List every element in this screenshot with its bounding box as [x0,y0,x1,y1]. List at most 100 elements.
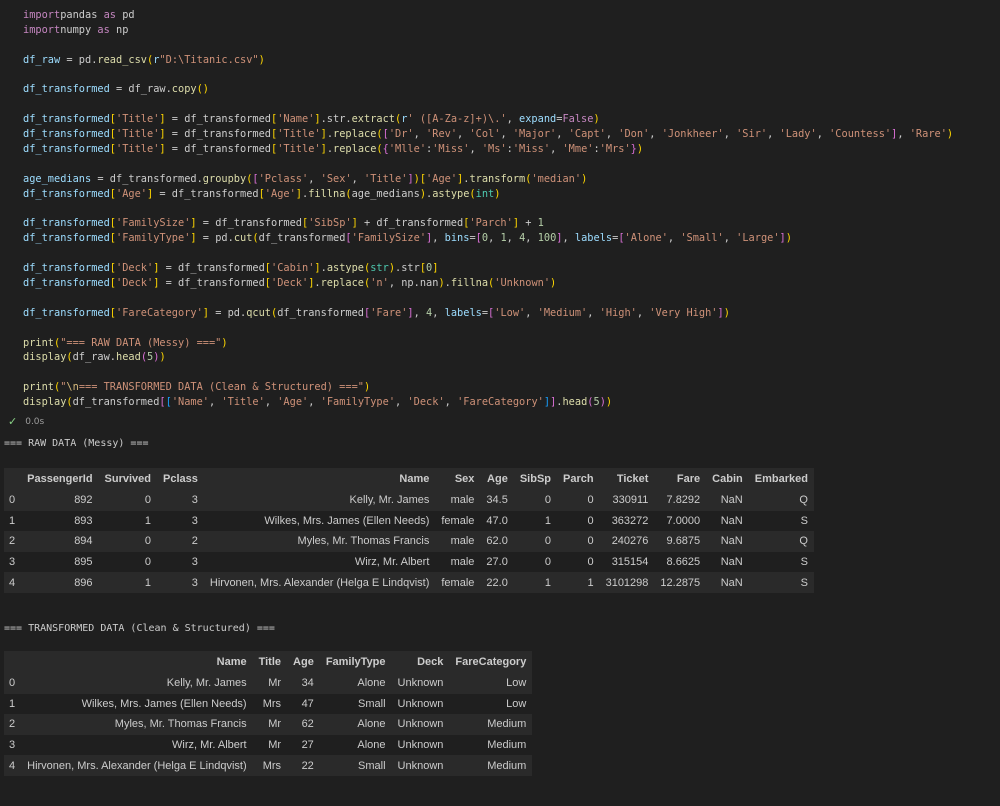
code-line: df_transformed['Deck'] = df_transformed[… [23,261,953,276]
column-header: Pclass [157,468,204,490]
transformed-data-heading: === TRANSFORMED DATA (Clean & Structured… [4,623,275,634]
code-token: , [525,232,538,245]
row-index: 3 [4,551,22,573]
code-token: replace [320,277,365,290]
code-token: display [23,351,67,364]
code-line: display(df_raw.head(5)) [23,350,953,365]
table-cell: Wilkes, Mrs. James (Ellen Needs) [203,510,436,532]
code-token: as [103,9,117,21]
column-header: Survived [98,468,158,490]
table-cell: Q [748,531,814,552]
code-token: ) [581,172,588,185]
code-token: 'Jonkheer' [661,128,724,141]
table-cell: 0 [98,490,158,511]
code-token: df_transformed [277,306,365,319]
code-token: 'FareCategory' [116,306,203,319]
column-header: Embarked [748,468,814,490]
code-token: df_raw [23,53,61,66]
column-header: Age [480,468,514,490]
table-cell: NaN [706,572,749,593]
code-line: print("\n=== TRANSFORMED DATA (Clean & S… [23,380,953,395]
table-cell: male [435,490,481,511]
code-line: importnumpy as np [23,23,953,38]
table-cell: 0 [557,510,600,532]
code-token: 'Title' [277,128,321,141]
code-token: 'Medium' [537,306,588,319]
table-cell: 1 [98,572,158,593]
table-cell: 3 [157,551,204,573]
table-cell: 22.0 [480,572,514,593]
table-cell: 62 [287,714,320,735]
code-token: ) [946,128,954,141]
code-token: read_csv [97,53,148,66]
code-token: , [723,128,737,141]
column-header: FareCategory [449,651,533,673]
code-token: = df_transformed [159,277,265,290]
code-token: df_transformed [23,262,110,275]
code-token: + [519,217,538,230]
code-token: , [413,128,427,141]
code-token: 'Col' [469,128,501,141]
code-token: transform [469,172,526,185]
table-cell: 896 [21,572,99,593]
code-token: 'Age' [116,187,147,200]
table-cell: Wirz, Mr. Albert [21,734,253,756]
column-header: Sex [435,468,481,490]
code-token: pd [116,9,135,21]
code-token: , [308,172,321,185]
code-token: = df_transformed [153,187,259,200]
code-line: importpandas as pd [23,8,953,23]
code-token: ) [593,113,600,126]
column-header: Ticket [599,468,655,490]
code-token: , [395,396,408,409]
table-row: 0 892 0 3 Kelly, Mr. James male 34.5 0 0 330911 7.… [4,490,814,511]
table-cell: 9.6875 [654,531,707,552]
code-editor[interactable]: importpandas as pd importnumpy as np df_r… [23,8,953,410]
table-cell: 893 [21,510,99,532]
code-token: , [897,128,910,141]
table-cell: NaN [706,551,749,573]
code-token: extract [351,113,396,126]
column-header: Age [287,651,320,673]
table-cell: Unknown [391,714,450,735]
code-token: , [506,113,520,126]
table-cell: Myles, Mr. Thomas Francis [203,531,436,552]
code-token: = df_transformed [165,143,271,156]
code-token: 'Rev' [426,128,458,141]
code-token: labels [444,306,482,319]
code-token: 'Mlle' [388,143,427,156]
table-cell: 1 [513,510,557,532]
table-row: 1 Wilkes, Mrs. James (Ellen Needs) Mrs 47 Sm… [4,693,533,715]
code-token: 'Lady' [779,128,817,141]
code-token: , [444,396,458,409]
code-token: head [562,396,588,409]
code-token: 'Dr' [388,128,414,141]
code-token: 'Title' [364,172,408,185]
code-token: False [562,113,594,126]
code-token: , [506,232,520,245]
code-token: age_medians [23,172,92,185]
table-row: 3 Wirz, Mr. Albert Mr 27 Alone Unknown Medium [4,734,533,756]
code-token: 'Title' [116,143,160,156]
code-line: df_transformed['Age'] = df_transformed['… [23,187,953,202]
table-cell: Alone [319,673,392,694]
row-index: 0 [4,673,22,694]
code-token: replace [333,128,377,141]
code-token: === TRANSFORMED DATA (Clean & Structured… [78,381,364,394]
code-token: , [351,172,365,185]
table-row: 4 896 1 3 Hirvonen, Mrs. Alexander (Helga E … [4,572,814,593]
table-cell: NaN [706,510,749,532]
code-token: "=== RAW DATA (Messy) ===" [60,336,222,349]
code-token: labels [574,232,613,245]
table-cell: Mrs [252,755,288,776]
code-token: as [97,23,110,36]
code-token: ) [785,232,792,245]
code-token: , [525,306,538,319]
table-cell: 1 [557,572,600,593]
code-token: , [767,128,780,141]
code-token: , [413,306,427,319]
code-token: replace [333,143,377,156]
code-token: 'Mme' [562,143,594,156]
code-token: 'Countess' [829,128,892,141]
